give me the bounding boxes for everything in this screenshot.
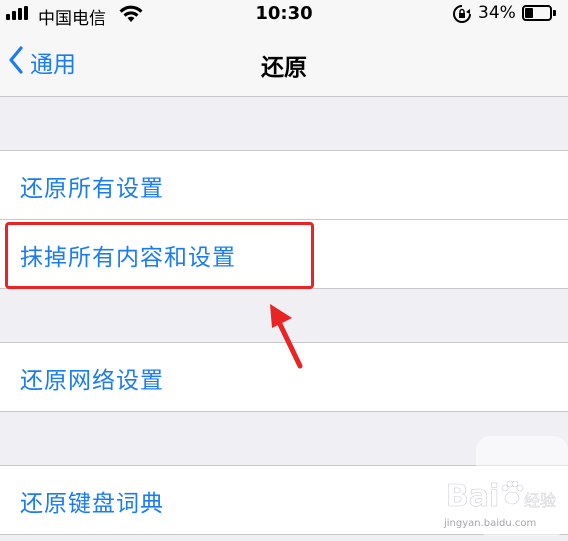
cell-label: 还原网络设置 xyxy=(20,368,164,394)
orientation-lock-icon xyxy=(451,3,473,30)
status-bar: 中国电信 10:30 34% xyxy=(0,0,568,30)
battery-tip xyxy=(553,10,556,16)
cell-label: 还原键盘词典 xyxy=(20,491,164,517)
battery-level xyxy=(525,8,533,18)
reset-all-settings-cell[interactable]: 还原所有设置 xyxy=(0,151,568,219)
watermark-brand: Bai xyxy=(446,479,499,514)
watermark-suffix: 经验 xyxy=(524,491,556,510)
navigation-bar: 通用 还原 xyxy=(0,30,568,97)
cell-label: 还原所有设置 xyxy=(20,176,164,202)
page-title: 还原 xyxy=(261,55,307,81)
battery-icon xyxy=(522,5,552,21)
highlight-box xyxy=(5,222,314,289)
battery-percent: 34% xyxy=(478,3,516,23)
red-arrow-icon xyxy=(266,300,306,376)
watermark-url: jingyan.baidu.com xyxy=(443,518,536,529)
baidu-watermark: Bai 经验 jingyan.baidu.com xyxy=(440,436,568,536)
